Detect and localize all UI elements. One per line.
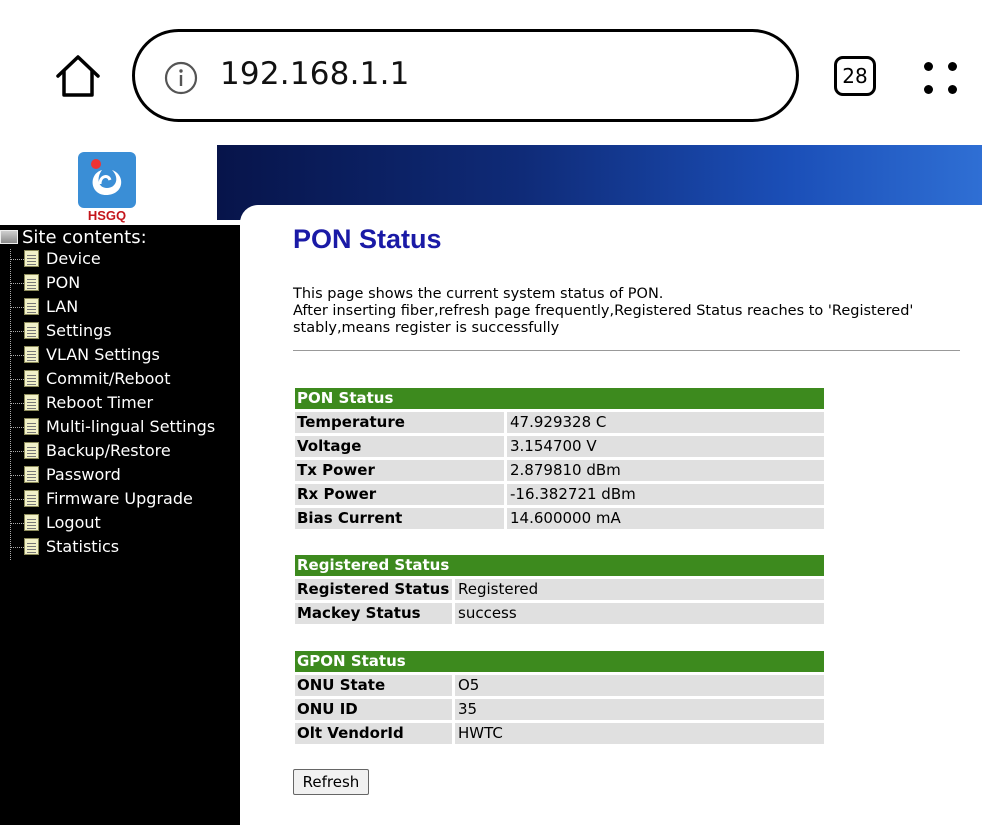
site-contents-title: Site contents: xyxy=(0,227,147,248)
description-line-2: After inserting fiber,refresh page frequ… xyxy=(293,303,914,336)
row-value: 3.154700 V xyxy=(507,436,824,457)
sidebar-item-label: Multi-lingual Settings xyxy=(46,417,216,436)
table-row: Voltage 3.154700 V xyxy=(295,433,824,457)
sidebar-item-settings[interactable]: Settings xyxy=(10,321,112,345)
row-label: Rx Power xyxy=(295,484,504,505)
page-icon xyxy=(24,274,39,291)
sidebar-item-commit-reboot[interactable]: Commit/Reboot xyxy=(10,369,171,393)
row-label: ONU ID xyxy=(295,699,452,720)
row-value: 14.600000 mA xyxy=(507,508,824,529)
sidebar-item-label: Commit/Reboot xyxy=(46,369,171,388)
row-value: success xyxy=(455,603,824,624)
sidebar-item-logout[interactable]: Logout xyxy=(10,513,101,537)
sidebar-item-lan[interactable]: LAN xyxy=(10,297,78,321)
sidebar-item-pon[interactable]: PON xyxy=(10,273,80,297)
info-icon[interactable] xyxy=(164,61,198,95)
table-row: ONU State O5 xyxy=(295,672,824,696)
sidebar-item-label: Logout xyxy=(46,513,101,532)
divider xyxy=(293,350,960,351)
row-label: Temperature xyxy=(295,412,504,433)
row-label: ONU State xyxy=(295,675,452,696)
row-value: 35 xyxy=(455,699,824,720)
table-header: GPON Status xyxy=(295,651,824,672)
row-label: Bias Current xyxy=(295,508,504,529)
row-value: Registered xyxy=(455,579,824,600)
tab-count-button[interactable]: 28 xyxy=(834,56,876,96)
row-label: Olt VendorId xyxy=(295,723,452,744)
row-label: Tx Power xyxy=(295,460,504,481)
folder-icon xyxy=(0,230,18,244)
row-label: Registered Status xyxy=(295,579,452,600)
page-icon xyxy=(24,442,39,459)
page-title: PON Status xyxy=(293,224,442,254)
page-icon xyxy=(24,514,39,531)
row-value: 2.879810 dBm xyxy=(507,460,824,481)
url-text: 192.168.1.1 xyxy=(220,56,410,92)
page-icon xyxy=(24,346,39,363)
page-icon xyxy=(24,490,39,507)
page-icon xyxy=(24,322,39,339)
sidebar-item-label: Backup/Restore xyxy=(46,441,171,460)
table-header: PON Status xyxy=(295,388,824,409)
sidebar-item-label: Password xyxy=(46,465,121,484)
sidebar-item-label: Firmware Upgrade xyxy=(46,489,193,508)
page-icon xyxy=(24,298,39,315)
sidebar-item-label: PON xyxy=(46,273,81,292)
row-label: Mackey Status xyxy=(295,603,452,624)
sidebar-item-label: VLAN Settings xyxy=(46,345,160,364)
sidebar-item-label: Reboot Timer xyxy=(46,393,154,412)
menu-icon[interactable] xyxy=(920,58,960,98)
table-row: Tx Power 2.879810 dBm xyxy=(295,457,824,481)
address-bar[interactable]: 192.168.1.1 xyxy=(132,29,799,122)
row-value: HWTC xyxy=(455,723,824,744)
table-row: Mackey Status success xyxy=(295,600,824,624)
table-row: Registered Status Registered xyxy=(295,576,824,600)
page-icon xyxy=(24,538,39,555)
table-header: Registered Status xyxy=(295,555,824,576)
row-value: -16.382721 dBm xyxy=(507,484,824,505)
row-value: 47.929328 C xyxy=(507,412,824,433)
description-line-1: This page shows the current system statu… xyxy=(293,286,664,302)
brand-logo-text: HSGQ xyxy=(87,208,127,223)
refresh-button[interactable]: Refresh xyxy=(293,769,369,795)
sidebar-item-label: LAN xyxy=(46,297,79,316)
sidebar-item-backup-restore[interactable]: Backup/Restore xyxy=(10,441,171,465)
sidebar-item-label: Settings xyxy=(46,321,112,340)
sidebar: Site contents: Device PON LAN Settings V… xyxy=(0,225,240,825)
table-row: Temperature 47.929328 C xyxy=(295,409,824,433)
page-icon xyxy=(24,370,39,387)
page-description: This page shows the current system statu… xyxy=(293,286,933,337)
page-icon xyxy=(24,466,39,483)
sidebar-item-reboot-timer[interactable]: Reboot Timer xyxy=(10,393,153,417)
browser-toolbar: 192.168.1.1 28 xyxy=(0,0,1000,140)
sidebar-item-password[interactable]: Password xyxy=(10,465,121,489)
page-icon xyxy=(24,418,39,435)
table-row: Bias Current 14.600000 mA xyxy=(295,505,824,529)
table-row: ONU ID 35 xyxy=(295,696,824,720)
gpon-status-table: GPON Status ONU State O5 ONU ID 35 Olt V… xyxy=(295,651,824,744)
sidebar-item-label: Device xyxy=(46,249,101,268)
site-contents-label: Site contents: xyxy=(22,227,147,248)
sidebar-item-statistics[interactable]: Statistics xyxy=(10,537,119,561)
registered-status-table: Registered Status Registered Status Regi… xyxy=(295,555,824,624)
pon-status-table: PON Status Temperature 47.929328 C Volta… xyxy=(295,388,824,529)
table-row: Rx Power -16.382721 dBm xyxy=(295,481,824,505)
sidebar-item-multi-lingual-settings[interactable]: Multi-lingual Settings xyxy=(10,417,215,441)
sidebar-item-label: Statistics xyxy=(46,537,120,556)
table-row: Olt VendorId HWTC xyxy=(295,720,824,744)
page-icon xyxy=(24,394,39,411)
sidebar-item-vlan-settings[interactable]: VLAN Settings xyxy=(10,345,160,369)
row-value: O5 xyxy=(455,675,824,696)
row-label: Voltage xyxy=(295,436,504,457)
home-icon[interactable] xyxy=(52,50,104,102)
page-icon xyxy=(24,250,39,267)
sidebar-item-device[interactable]: Device xyxy=(10,249,101,273)
sidebar-item-firmware-upgrade[interactable]: Firmware Upgrade xyxy=(10,489,193,513)
